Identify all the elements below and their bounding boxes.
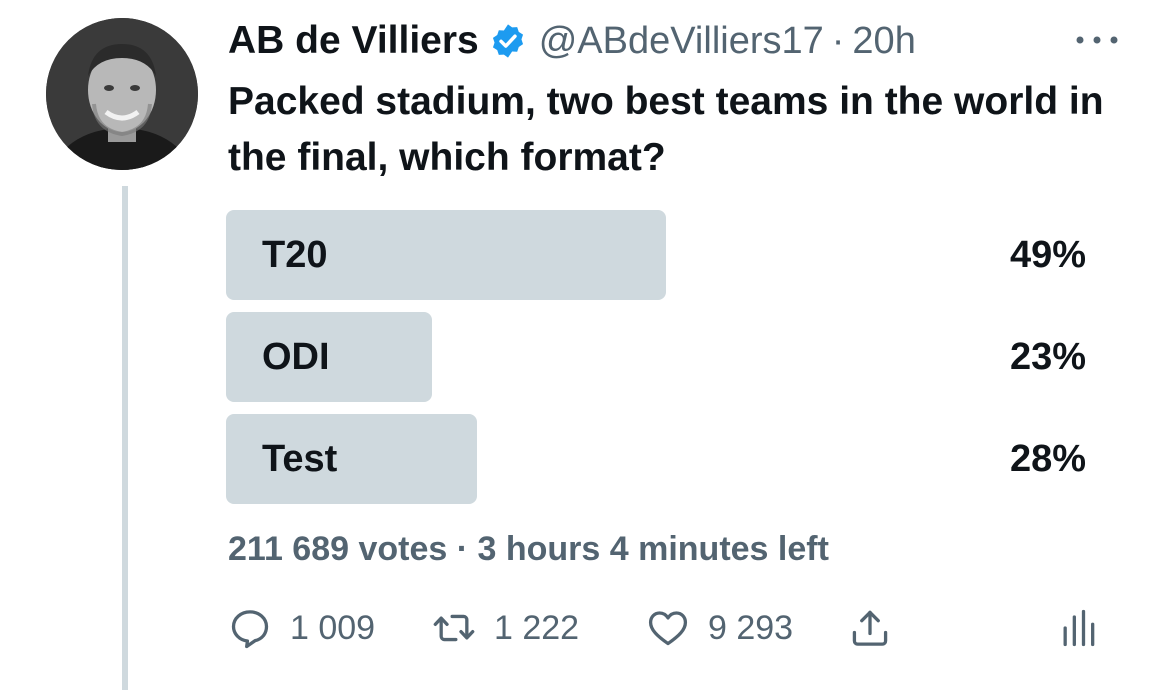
poll-option-label: ODI [262, 336, 330, 378]
thread-connector-line [122, 186, 128, 690]
reply-icon [231, 610, 269, 649]
tweet-timestamp[interactable]: 20h [852, 20, 915, 63]
poll-option-percent: 49% [1009, 234, 1086, 276]
poll-option[interactable]: T20 49% [226, 210, 1086, 300]
heart-icon [648, 611, 688, 646]
verified-badge-icon [492, 24, 523, 58]
reply-count: 1 009 [290, 608, 376, 647]
tweet-actions: 1 009 1 222 9 293 [228, 600, 1098, 656]
like-button[interactable]: 9 293 [646, 600, 793, 656]
avatar-photo [46, 18, 198, 170]
poll: T20 49% ODI 23% Test 28% [226, 210, 1086, 516]
poll-option-percent: 23% [1009, 336, 1086, 378]
reply-button[interactable]: 1 009 [228, 600, 375, 656]
poll-option-label: Test [262, 438, 338, 480]
poll-option-label: T20 [262, 234, 328, 276]
header-separator: · [831, 19, 845, 62]
tweet-text: Packed stadium, two best teams in the wo… [228, 80, 1104, 179]
poll-meta: 211 689 votes · 3 hours 4 minutes left [228, 530, 829, 568]
analytics-icon [1063, 609, 1095, 647]
share-icon [852, 610, 888, 646]
like-count: 9 293 [708, 608, 794, 647]
retweet-count: 1 222 [494, 608, 580, 647]
more-horizontal-icon[interactable] [1074, 30, 1120, 50]
poll-option[interactable]: ODI 23% [226, 312, 1086, 402]
retweet-icon [433, 614, 475, 642]
analytics-button[interactable] [1056, 600, 1100, 656]
author-name[interactable]: AB de Villiers [228, 19, 479, 63]
author-handle[interactable]: @ABdeVilliers17 [539, 20, 824, 63]
tweet-header: AB de Villiers @ABdeVilliers17 · 20h [228, 12, 916, 70]
avatar[interactable] [46, 18, 198, 170]
poll-option-percent: 28% [1009, 438, 1086, 480]
poll-option[interactable]: Test 28% [226, 414, 1086, 504]
retweet-button[interactable]: 1 222 [432, 600, 579, 656]
share-button[interactable] [848, 600, 892, 656]
